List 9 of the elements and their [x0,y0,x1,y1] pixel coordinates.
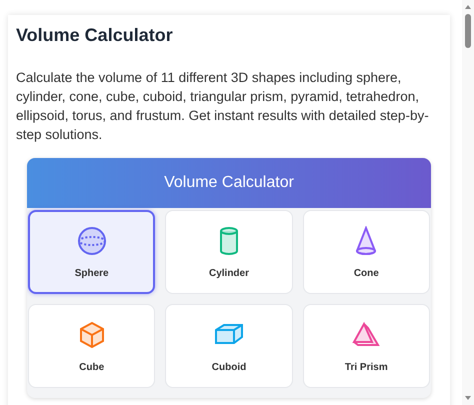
page-description: Calculate the volume of 11 different 3D shapes including sphere, cylinder, cone, cube, cuboid, triangular prism, pyramid, tetrahedron, ellipsoid, torus, and frustum. Get instant results with detailed step-by-step solutions. [16,69,430,144]
shape-tile[interactable]: Cube [28,304,156,388]
page-title: Volume Calculator [16,25,174,46]
shape-tile[interactable]: Cone [302,210,430,294]
shape-tile[interactable]: Tri Prism [302,304,430,388]
shape-tile[interactable]: Cylinder [165,210,293,294]
shape-tile[interactable]: Cuboid [165,304,293,388]
calculator-title: Volume Calculator [164,174,294,192]
shape-tile[interactable]: Sphere [28,210,156,294]
